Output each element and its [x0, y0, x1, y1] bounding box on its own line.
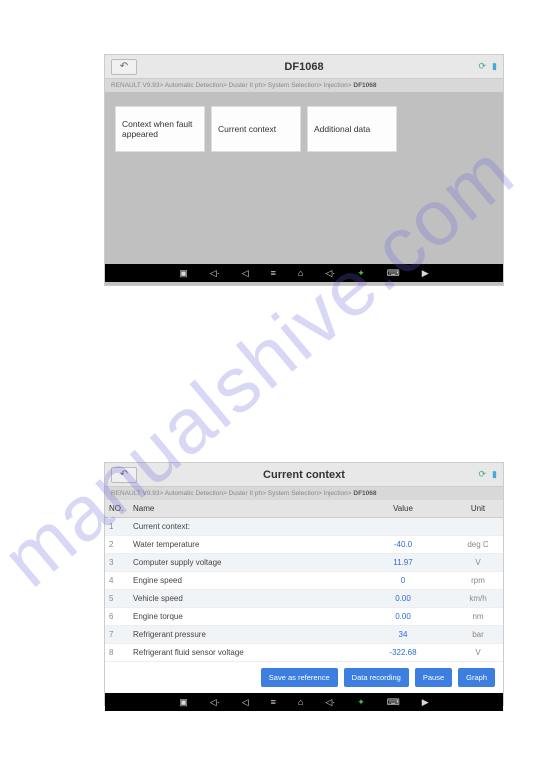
- nav-back-icon[interactable]: ◁: [242, 697, 249, 708]
- header-no: NO.: [105, 500, 129, 517]
- breadcrumb-path: RENAULT V9.93> Automatic Detection> Dust…: [111, 82, 353, 89]
- nav-chat-icon[interactable]: ⌨: [387, 697, 400, 708]
- nav-star-icon[interactable]: ✦: [357, 697, 365, 708]
- cell-unit: rpm: [453, 572, 503, 589]
- cell-name: Current context:: [129, 518, 353, 535]
- cell-no: 3: [105, 554, 129, 571]
- nav-prev-icon[interactable]: ◁·: [210, 268, 220, 279]
- nav-gallery-icon[interactable]: ▣: [179, 697, 188, 708]
- nav-menu-icon[interactable]: ≡: [271, 268, 276, 278]
- nav-back-icon[interactable]: ◁: [242, 268, 249, 279]
- card-context-fault[interactable]: Context when fault appeared: [115, 106, 205, 152]
- breadcrumb-path: RENAULT V9.93> Automatic Detection> Dust…: [111, 490, 353, 497]
- cell-value: 0.00: [353, 590, 453, 607]
- nav-star-icon[interactable]: ✦: [357, 268, 365, 279]
- bottom-navbar: ▣ ◁· ◁ ≡ ⌂ ◁· ✦ ⌨ ▶: [105, 693, 503, 711]
- save-reference-button[interactable]: Save as reference: [261, 668, 338, 687]
- breadcrumb: RENAULT V9.93> Automatic Detection> Dust…: [105, 79, 503, 92]
- cell-unit: V: [453, 644, 503, 661]
- screen-dtc-detail: ↶ DF1068 ⟳ ▮ RENAULT V9.93> Automatic De…: [104, 54, 504, 286]
- back-button[interactable]: ↶: [111, 467, 137, 483]
- screen-current-context: ↶ Current context ⟳ ▮ RENAULT V9.93> Aut…: [104, 462, 504, 706]
- cell-name: Refrigerant fluid sensor voltage: [129, 644, 353, 661]
- cell-value: 34: [353, 626, 453, 643]
- header-value: Value: [353, 500, 453, 517]
- nav-video-icon[interactable]: ▶: [422, 268, 429, 279]
- refresh-icon: ⟳: [479, 469, 487, 480]
- card-current-context[interactable]: Current context: [211, 106, 301, 152]
- nav-video-icon[interactable]: ▶: [422, 697, 429, 708]
- page-title: DF1068: [105, 61, 503, 73]
- cell-no: 5: [105, 590, 129, 607]
- cell-value: 0.00: [353, 608, 453, 625]
- data-recording-button[interactable]: Data recording: [344, 668, 409, 687]
- titlebar: ↶ DF1068 ⟳ ▮: [105, 55, 503, 79]
- cell-value: 0: [353, 572, 453, 589]
- breadcrumb-current: DF1068: [353, 82, 376, 89]
- table-row[interactable]: 3Computer supply voltage11.97V: [105, 554, 503, 572]
- nav-next-icon[interactable]: ◁·: [325, 268, 335, 279]
- breadcrumb: RENAULT V9.93> Automatic Detection> Dust…: [105, 487, 503, 500]
- card-additional-data[interactable]: Additional data: [307, 106, 397, 152]
- nav-menu-icon[interactable]: ≡: [271, 697, 276, 707]
- pause-button[interactable]: Pause: [415, 668, 452, 687]
- cell-no: 8: [105, 644, 129, 661]
- page-title: Current context: [105, 469, 503, 481]
- cell-no: 6: [105, 608, 129, 625]
- header-name: Name: [129, 500, 353, 517]
- refresh-icon: ⟳: [479, 61, 487, 72]
- cell-name: Engine speed: [129, 572, 353, 589]
- cell-unit: V: [453, 554, 503, 571]
- breadcrumb-current: DF1068: [353, 490, 376, 497]
- table-row[interactable]: 2Water temperature-40.0deg C: [105, 536, 503, 554]
- card-container: Context when fault appeared Current cont…: [105, 92, 503, 264]
- table-header: NO. Name Value Unit: [105, 500, 503, 518]
- action-buttons: Save as reference Data recording Pause G…: [105, 662, 503, 693]
- cell-unit: [453, 523, 503, 531]
- header-unit: Unit: [453, 500, 503, 517]
- table-body: 1Current context:2Water temperature-40.0…: [105, 518, 503, 662]
- status-icons: ⟳ ▮: [479, 61, 498, 72]
- table-row[interactable]: 7Refrigerant pressure34bar: [105, 626, 503, 644]
- cell-value: -40.0: [353, 536, 453, 553]
- cell-no: 4: [105, 572, 129, 589]
- cell-value: -322.68: [353, 644, 453, 661]
- cell-name: Vehicle speed: [129, 590, 353, 607]
- status-icons: ⟳ ▮: [479, 469, 498, 480]
- battery-icon: ▮: [492, 469, 497, 480]
- nav-home-icon[interactable]: ⌂: [298, 268, 303, 278]
- graph-button[interactable]: Graph: [458, 668, 495, 687]
- nav-prev-icon[interactable]: ◁·: [210, 697, 220, 708]
- table-row[interactable]: 4Engine speed0rpm: [105, 572, 503, 590]
- cell-unit: nm: [453, 608, 503, 625]
- titlebar: ↶ Current context ⟳ ▮: [105, 463, 503, 487]
- cell-value: 11.97: [353, 554, 453, 571]
- cell-unit: deg C: [453, 536, 503, 553]
- table-row[interactable]: 6Engine torque0.00nm: [105, 608, 503, 626]
- table-row[interactable]: 5Vehicle speed0.00km/h: [105, 590, 503, 608]
- bottom-navbar: ▣ ◁· ◁ ≡ ⌂ ◁· ✦ ⌨ ▶: [105, 264, 503, 282]
- cell-no: 2: [105, 536, 129, 553]
- nav-chat-icon[interactable]: ⌨: [387, 268, 400, 279]
- nav-gallery-icon[interactable]: ▣: [179, 268, 188, 279]
- cell-value: [353, 523, 453, 531]
- cell-name: Computer supply voltage: [129, 554, 353, 571]
- cell-name: Water temperature: [129, 536, 353, 553]
- cell-name: Refrigerant pressure: [129, 626, 353, 643]
- cell-no: 1: [105, 518, 129, 535]
- data-table: NO. Name Value Unit 1Current context:2Wa…: [105, 500, 503, 662]
- cell-name: Engine torque: [129, 608, 353, 625]
- cell-no: 7: [105, 626, 129, 643]
- cell-unit: bar: [453, 626, 503, 643]
- nav-home-icon[interactable]: ⌂: [298, 697, 303, 707]
- nav-next-icon[interactable]: ◁·: [325, 697, 335, 708]
- cell-unit: km/h: [453, 590, 503, 607]
- table-row[interactable]: 8Refrigerant fluid sensor voltage-322.68…: [105, 644, 503, 662]
- table-row[interactable]: 1Current context:: [105, 518, 503, 536]
- back-button[interactable]: ↶: [111, 59, 137, 75]
- battery-icon: ▮: [492, 61, 497, 72]
